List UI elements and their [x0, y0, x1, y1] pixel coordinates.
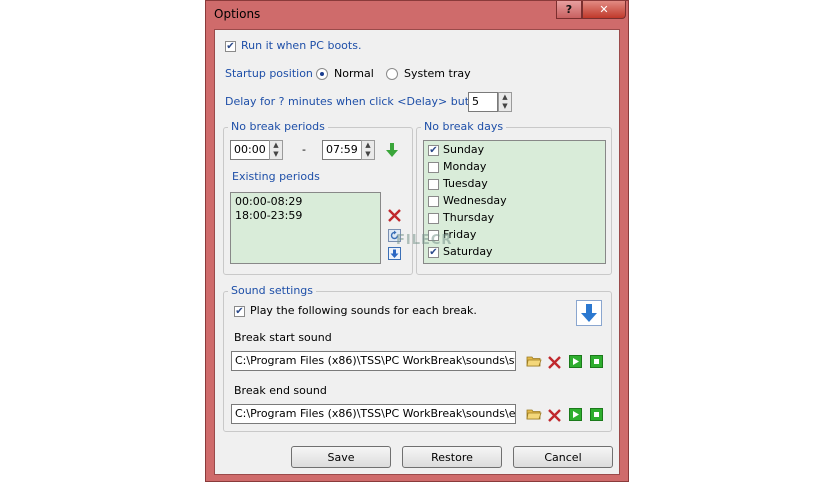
day-checkbox-thursday[interactable] [428, 213, 439, 224]
play-icon [573, 358, 579, 365]
play-sounds-checkbox[interactable]: ✔ [234, 306, 245, 317]
add-period-button[interactable] [384, 142, 400, 158]
end-sound-play-button[interactable] [569, 408, 582, 421]
folder-open-icon [526, 356, 542, 367]
run-at-boot-checkbox[interactable]: ✔ [225, 41, 236, 52]
watermark-text: FILECR [396, 233, 453, 248]
spin-down-icon[interactable]: ▼ [499, 102, 511, 111]
day-label-tuesday[interactable]: Tuesday [443, 177, 488, 190]
break-end-sound-label: Break end sound [234, 384, 327, 397]
day-checkbox-sunday[interactable]: ✔ [428, 145, 439, 156]
spin-down-icon[interactable]: ▼ [362, 150, 374, 159]
end-sound-clear-button[interactable] [546, 407, 562, 423]
stop-icon [594, 359, 599, 364]
startup-normal-radio[interactable] [316, 68, 328, 80]
close-button[interactable]: ✕ [582, 1, 626, 19]
no-break-days-legend: No break days [421, 120, 507, 133]
start-sound-browse-button[interactable] [526, 353, 542, 369]
startup-normal-label[interactable]: Normal [334, 67, 374, 80]
play-icon [573, 411, 579, 418]
startup-position-label: Startup position [225, 67, 313, 80]
delete-x-icon [387, 208, 401, 222]
end-sound-browse-button[interactable] [526, 406, 542, 422]
dialog-client-area: ✔ Run it when PC boots. Startup position… [214, 29, 620, 475]
break-start-sound-path[interactable]: C:\Program Files (x86)\TSS\PC WorkBreak\… [231, 351, 516, 371]
day-label-monday[interactable]: Monday [443, 160, 486, 173]
restore-button[interactable]: Restore [402, 446, 502, 468]
window-title: Options [214, 7, 261, 21]
break-end-sound-path[interactable]: C:\Program Files (x86)\TSS\PC WorkBreak\… [231, 404, 516, 424]
period-from-spinner[interactable]: ▲ ▼ [269, 140, 283, 160]
delete-x-icon [547, 408, 561, 422]
period-dash: - [302, 143, 306, 156]
help-button[interactable]: ? [556, 1, 582, 19]
sound-settings-legend: Sound settings [228, 284, 317, 297]
period-from-input[interactable]: 00:00 [230, 140, 270, 160]
day-checkbox-monday[interactable] [428, 162, 439, 173]
period-to-input[interactable]: 07:59 [322, 140, 362, 160]
period-to-spinner[interactable]: ▲ ▼ [361, 140, 375, 160]
play-sounds-label[interactable]: Play the following sounds for each break… [250, 304, 477, 317]
spin-up-icon[interactable]: ▲ [362, 141, 374, 150]
no-break-days-group: No break days ✔ Sunday Monday Tuesday We… [416, 120, 612, 275]
day-label-thursday[interactable]: Thursday [443, 211, 494, 224]
break-start-sound-label: Break start sound [234, 331, 332, 344]
run-at-boot-label[interactable]: Run it when PC boots. [241, 39, 361, 52]
arrow-down-blue-icon [581, 304, 597, 322]
list-item[interactable]: 00:00-08:29 [235, 195, 302, 208]
startup-system-tray-label[interactable]: System tray [404, 67, 471, 80]
day-checkbox-wednesday[interactable] [428, 196, 439, 207]
day-checkbox-saturday[interactable]: ✔ [428, 247, 439, 258]
delete-x-icon [547, 355, 561, 369]
startup-system-tray-radio[interactable] [386, 68, 398, 80]
delay-minutes-input[interactable]: 5 [468, 92, 498, 112]
start-sound-play-button[interactable] [569, 355, 582, 368]
delay-label: Delay for ? minutes when click <Delay> b… [225, 95, 488, 108]
list-item[interactable]: 18:00-23:59 [235, 209, 302, 222]
arrow-down-green-icon [386, 143, 398, 157]
start-sound-stop-button[interactable] [590, 355, 603, 368]
folder-open-icon [526, 409, 542, 420]
end-sound-stop-button[interactable] [590, 408, 603, 421]
spin-up-icon[interactable]: ▲ [270, 141, 282, 150]
existing-periods-list[interactable]: 00:00-08:29 18:00-23:59 [230, 192, 381, 264]
arrow-down-blue-icon [387, 246, 401, 260]
sound-download-button[interactable] [576, 300, 602, 326]
start-sound-clear-button[interactable] [546, 354, 562, 370]
no-break-periods-legend: No break periods [228, 120, 328, 133]
close-icon: ✕ [599, 3, 609, 16]
day-checkbox-tuesday[interactable] [428, 179, 439, 190]
sound-settings-group: Sound settings ✔ Play the following soun… [223, 284, 612, 432]
spin-down-icon[interactable]: ▼ [270, 150, 282, 159]
cancel-button[interactable]: Cancel [513, 446, 613, 468]
spin-up-icon[interactable]: ▲ [499, 93, 511, 102]
save-button[interactable]: Save [291, 446, 391, 468]
delete-period-button[interactable] [386, 207, 402, 223]
help-icon: ? [565, 3, 573, 16]
day-label-wednesday[interactable]: Wednesday [443, 194, 507, 207]
existing-periods-label: Existing periods [232, 170, 320, 183]
delay-spinner[interactable]: ▲ ▼ [498, 92, 512, 112]
stop-icon [594, 412, 599, 417]
day-label-sunday[interactable]: Sunday [443, 143, 484, 156]
title-bar[interactable]: Options ? ✕ [206, 1, 628, 29]
no-break-periods-group: No break periods 00:00 ▲ ▼ - 07:59 ▲ ▼ Exi… [223, 120, 413, 275]
